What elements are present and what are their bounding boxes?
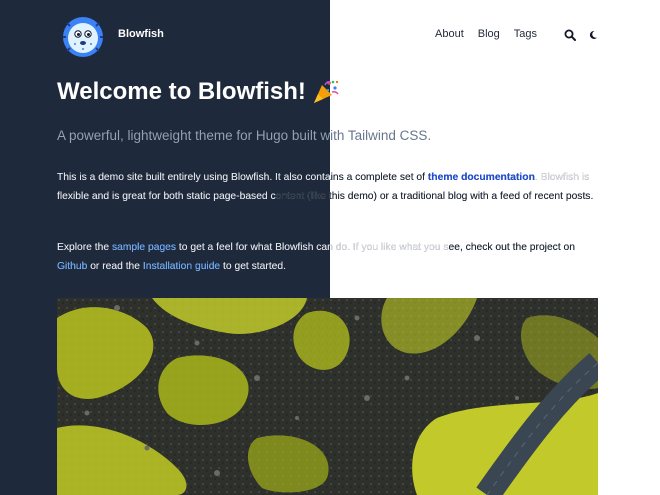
intro-paragraph: This is a demo site built entirely using…: [57, 169, 602, 206]
installation-guide-link[interactable]: Installation guide: [143, 261, 220, 272]
nav-tags[interactable]: Tags: [514, 28, 537, 40]
site-header: Blowfish About Blog Tags: [0, 0, 660, 72]
search-button[interactable]: [563, 28, 577, 42]
theme-toggle-button[interactable]: [586, 28, 600, 42]
explore-text-3: or read the: [87, 260, 143, 272]
site-title[interactable]: Blowfish: [118, 28, 164, 40]
explore-text-1: Explore the: [57, 242, 112, 253]
sample-pages-link[interactable]: sample pages: [112, 242, 176, 253]
theme-documentation-link[interactable]: theme documentation: [428, 172, 535, 183]
page-subtitle: A powerful, lightweight theme for Hugo b…: [57, 128, 432, 143]
explore-text-2: to get a feel for what Blowfish can do. …: [176, 242, 576, 253]
main-nav: About Blog Tags: [435, 28, 537, 40]
nav-about[interactable]: About: [435, 28, 464, 40]
hero-image: [57, 298, 598, 495]
party-popper-icon: [313, 80, 339, 103]
github-link[interactable]: Github: [57, 261, 87, 272]
moon-icon: [589, 30, 597, 39]
nav-blog[interactable]: Blog: [478, 28, 500, 40]
explore-paragraph: Explore the sample pages to get a feel f…: [57, 239, 602, 276]
blowfish-logo[interactable]: [62, 16, 104, 58]
page-title: Welcome to Blowfish!: [57, 78, 340, 106]
page-title-text: Welcome to Blowfish!: [57, 78, 306, 105]
search-icon: [564, 29, 576, 41]
intro-text-1: This is a demo site built entirely using…: [57, 172, 428, 183]
explore-text-4: to get started.: [220, 260, 286, 272]
